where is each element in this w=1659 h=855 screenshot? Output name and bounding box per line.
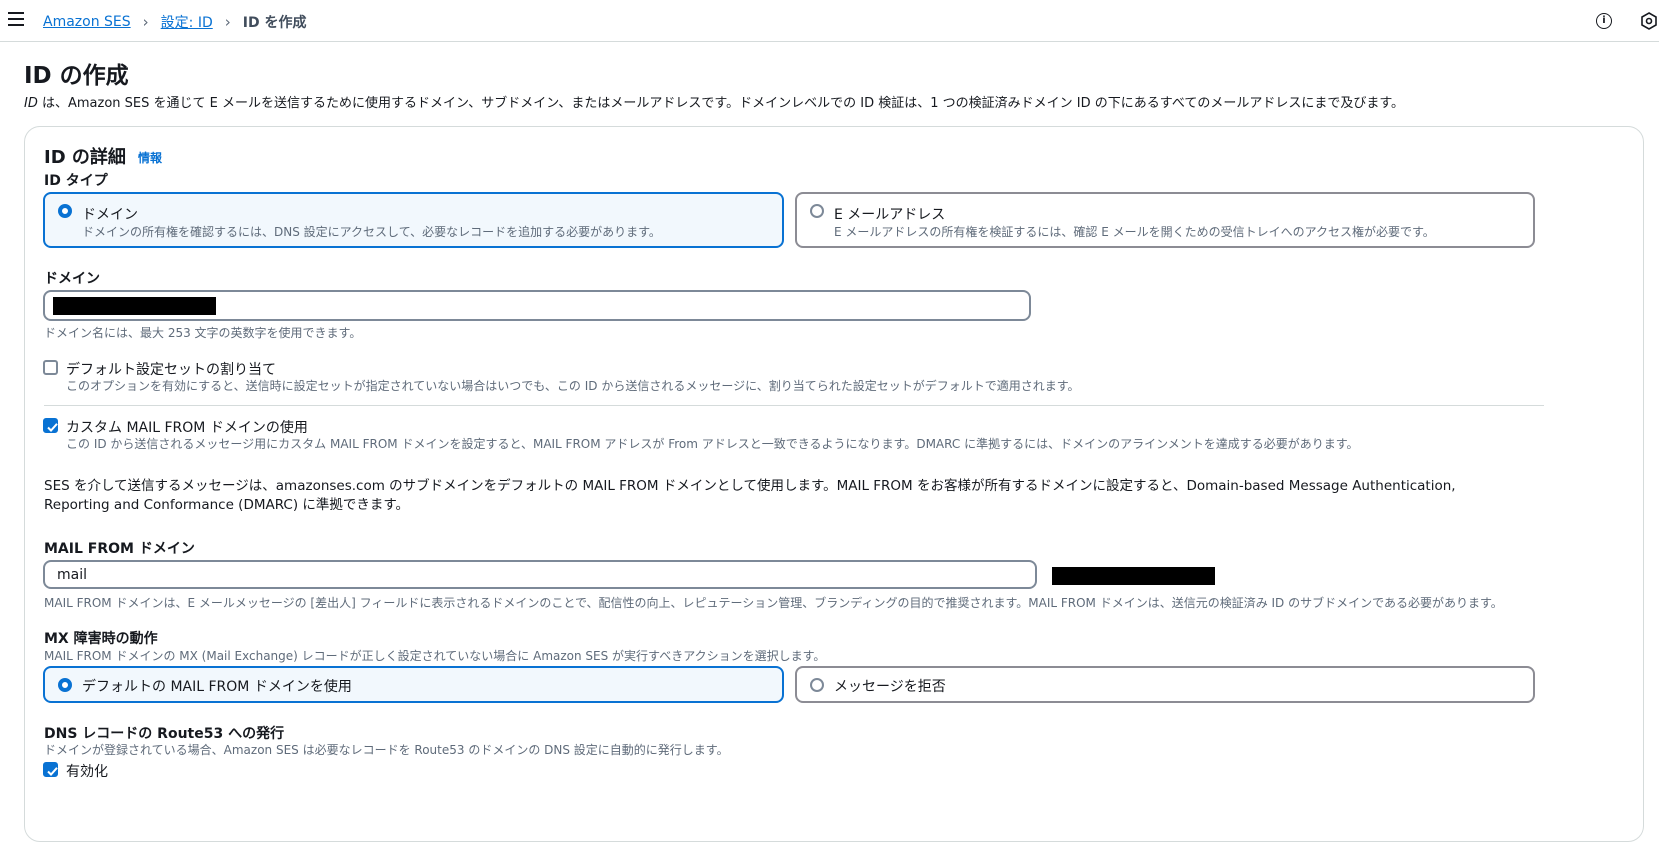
- page-title: ID の作成: [24, 63, 129, 89]
- ses-explanation: SES を介して送信するメッセージは、amazonses.com のサブドメイン…: [44, 478, 1456, 513]
- route53-checkbox[interactable]: [43, 762, 58, 777]
- chevron-right-icon: ›: [142, 13, 149, 31]
- breadcrumb-link-ses[interactable]: Amazon SES: [43, 14, 131, 30]
- redacted-domain: [53, 297, 216, 315]
- custom-mail-from-desc: この ID から送信されるメッセージ用にカスタム MAIL FROM ドメインを…: [66, 437, 1359, 451]
- option-email-title: E メールアドレス: [834, 207, 946, 223]
- route53-desc: ドメインが登録されている場合、Amazon SES は必要なレコードを Rout…: [44, 743, 729, 757]
- radio-mx-default[interactable]: [58, 678, 72, 692]
- option-email-desc: E メールアドレスの所有権を検証するには、確認 E メールを開くための受信トレイ…: [834, 225, 1435, 239]
- info-icon[interactable]: i: [1596, 13, 1612, 29]
- hexagon-icon[interactable]: [1641, 12, 1657, 30]
- default-config-desc: このオプションを有効にすると、送信時に設定セットが指定されていない場合はいつでも…: [66, 379, 1080, 393]
- radio-email[interactable]: [810, 204, 824, 218]
- top-navigation: Amazon SES › 設定: ID › ID を作成 i: [0, 0, 1659, 42]
- page-description: ID は、Amazon SES を通じて E メールを送信するために使用するドメ…: [24, 92, 1404, 111]
- section-title: ID の詳細: [44, 147, 126, 168]
- option-domain-desc: ドメインの所有権を確認するには、DNS 設定にアクセスして、必要なレコードを追加…: [82, 225, 661, 239]
- breadcrumb: Amazon SES › 設定: ID › ID を作成: [43, 12, 306, 32]
- mx-reject-title: メッセージを拒否: [834, 679, 946, 695]
- domain-hint: ドメイン名には、最大 253 文字の英数字を使用できます。: [44, 326, 362, 340]
- divider: [44, 405, 1544, 406]
- breadcrumb-link-identities[interactable]: 設定: ID: [161, 12, 213, 32]
- info-link[interactable]: 情報: [138, 149, 162, 166]
- mx-reject-tile[interactable]: メッセージを拒否: [795, 666, 1535, 703]
- route53-checkbox-label: 有効化: [66, 764, 108, 780]
- breadcrumb-current: ID を作成: [242, 15, 307, 31]
- check-icon: [47, 767, 58, 776]
- custom-mail-from-label: カスタム MAIL FROM ドメインの使用: [66, 420, 308, 436]
- radio-mx-reject[interactable]: [810, 678, 824, 692]
- desc-emphasis: ID: [24, 96, 38, 111]
- domain-label: ドメイン: [44, 271, 100, 287]
- id-type-domain-tile[interactable]: ドメイン ドメインの所有権を確認するには、DNS 設定にアクセスして、必要なレコ…: [43, 192, 784, 248]
- mx-default-tile[interactable]: デフォルトの MAIL FROM ドメインを使用: [43, 666, 784, 703]
- check-icon: [47, 423, 58, 432]
- mail-from-input[interactable]: mail: [43, 560, 1037, 589]
- mail-from-hint: MAIL FROM ドメインは、E メールメッセージの [差出人] フィールドに…: [44, 596, 1503, 610]
- route53-label: DNS レコードの Route53 への発行: [44, 726, 285, 742]
- default-config-label: デフォルト設定セットの割り当て: [66, 362, 276, 378]
- hamburger-icon[interactable]: [8, 12, 24, 26]
- chevron-right-icon: ›: [224, 13, 231, 31]
- redacted-domain-suffix: [1052, 567, 1215, 585]
- id-type-label: ID タイプ: [44, 173, 108, 189]
- mail-from-label: MAIL FROM ドメイン: [44, 541, 195, 557]
- radio-domain[interactable]: [58, 204, 72, 218]
- mx-failure-label: MX 障害時の動作: [44, 631, 158, 647]
- custom-mail-from-checkbox[interactable]: [43, 418, 58, 433]
- id-type-email-tile[interactable]: E メールアドレス E メールアドレスの所有権を検証するには、確認 E メールを…: [795, 192, 1535, 248]
- option-domain-title: ドメイン: [82, 207, 138, 223]
- default-config-checkbox[interactable]: [43, 360, 58, 375]
- desc-text: は、Amazon SES を通じて E メールを送信するために使用するドメイン、…: [37, 96, 1405, 111]
- mx-default-title: デフォルトの MAIL FROM ドメインを使用: [82, 679, 352, 695]
- mx-failure-desc: MAIL FROM ドメインの MX (Mail Exchange) レコードが…: [44, 649, 826, 663]
